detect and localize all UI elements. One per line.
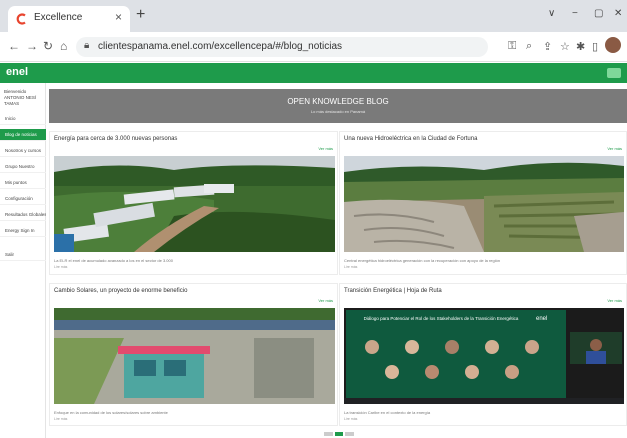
card-image-hydro-terraces[interactable] <box>344 156 624 252</box>
site-favicon-icon <box>16 13 26 25</box>
webinar-speakers <box>365 340 539 379</box>
banner-title: OPEN KNOWLEDGE BLOG <box>287 97 389 106</box>
card-meta: Lire más <box>54 265 68 269</box>
card-description: La transición Caribe en el contexto de l… <box>344 410 431 415</box>
sidebar-item-puntos[interactable]: Mis puntos <box>0 177 46 189</box>
card-read-more-link[interactable]: Ver más <box>318 146 333 151</box>
card-read-more-link[interactable]: Ver más <box>318 298 333 303</box>
share-icon[interactable]: ⇪ <box>543 40 552 53</box>
window-close-icon[interactable]: ✕ <box>614 8 622 19</box>
card-image-webinar[interactable]: Diálogo para Potenciar el Rol de los Sta… <box>344 308 624 404</box>
key-icon[interactable]: ⚿ <box>508 40 516 53</box>
sidepanel-icon[interactable]: ▯ <box>592 40 598 53</box>
zoom-icon[interactable]: ⌕ <box>526 40 532 53</box>
sidebar: Bienvenido ANTONIO NESÍ TAMAS Inicio Blo… <box>0 83 46 438</box>
url-text: clientespanama.enel.com/excellencepa/#/b… <box>98 41 343 52</box>
new-tab-icon[interactable]: + <box>136 7 145 23</box>
sidebar-item-cursos[interactable]: Nosotros y cursos <box>0 145 46 157</box>
card-image-aerial-village[interactable] <box>54 156 335 252</box>
tab-search-icon[interactable]: ∨ <box>548 8 555 19</box>
blog-banner: OPEN KNOWLEDGE BLOG Lo más destacado en … <box>49 89 627 123</box>
card-description: Central energética hidroeléctrica genera… <box>344 258 501 263</box>
pagination-current[interactable] <box>335 432 343 436</box>
card-meta: Lire más <box>344 265 358 269</box>
tab-close-icon[interactable]: × <box>115 10 122 24</box>
sidebar-item-salir[interactable]: Salir <box>0 249 46 261</box>
extensions-icon[interactable]: ✱ <box>576 40 585 53</box>
card-meta: Lire más <box>54 417 68 421</box>
address-bar-row: ← → ↻ ⌂ 🔒︎ clientespanama.enel.com/excel… <box>0 32 627 62</box>
sidebar-user-greeting: Bienvenido ANTONIO NESÍ TAMAS <box>4 89 37 106</box>
lock-icon: 🔒︎ <box>84 40 90 51</box>
news-card[interactable]: Cambio Solares, un proyecto de enorme be… <box>49 283 338 426</box>
card-title[interactable]: Una nueva Hidroeléctrica en la Ciudad de… <box>344 136 477 142</box>
news-card[interactable]: Una nueva Hidroeléctrica en la Ciudad de… <box>339 131 627 275</box>
pagination <box>324 432 354 436</box>
card-meta: Lire más <box>344 417 358 421</box>
card-title[interactable]: Cambio Solares, un proyecto de enorme be… <box>54 288 187 294</box>
reload-icon[interactable]: ↻ <box>43 39 53 53</box>
webinar-toolbar <box>344 398 624 404</box>
back-icon[interactable]: ← <box>8 39 20 53</box>
news-card[interactable]: Energía para cerca de 3.000 nuevas perso… <box>49 131 338 275</box>
site-header: enel <box>0 63 627 83</box>
home-icon[interactable]: ⌂ <box>60 39 67 53</box>
maximize-icon[interactable]: ▢ <box>594 8 603 19</box>
sidebar-item-grupo[interactable]: Grupo Nuestro <box>0 161 46 173</box>
enel-logo[interactable]: enel <box>6 66 28 78</box>
browser-tab-bar: Excellence × + ∨ − ▢ ✕ <box>0 0 627 32</box>
news-card[interactable]: Transición Energética | Hoja de Ruta Ver… <box>339 283 627 426</box>
bookmark-star-icon[interactable]: ☆ <box>560 40 570 53</box>
sidebar-item-inicio[interactable]: Inicio <box>0 113 46 125</box>
sidebar-item-energy[interactable]: Energy Sign In <box>0 225 46 237</box>
sidebar-item-resultados[interactable]: Resultados Globales <box>0 209 46 221</box>
minimize-icon[interactable]: − <box>572 8 578 19</box>
banner-subtitle: Lo más destacado en Panamá <box>310 109 366 114</box>
card-read-more-link[interactable]: Ver más <box>607 146 622 151</box>
pagination-next[interactable] <box>345 432 354 436</box>
sidebar-item-blog[interactable]: Blog de noticias <box>0 129 46 141</box>
browser-tab[interactable]: Excellence × <box>8 6 130 32</box>
card-title[interactable]: Energía para cerca de 3.000 nuevas perso… <box>54 136 177 142</box>
profile-avatar[interactable] <box>605 37 621 53</box>
pagination-prev[interactable] <box>324 432 333 436</box>
header-menu-button[interactable] <box>607 68 621 78</box>
tab-title: Excellence <box>34 12 83 23</box>
card-title[interactable]: Transición Energética | Hoja de Ruta <box>344 288 442 294</box>
card-description: La ELR el enel de acumulado avanzado a l… <box>54 258 173 263</box>
card-image-solar-farm[interactable] <box>54 308 335 404</box>
webinar-presenter-video <box>570 332 622 364</box>
forward-icon[interactable]: → <box>26 39 38 53</box>
webinar-slide: Diálogo para Potenciar el Rol de los Sta… <box>346 310 566 398</box>
card-description: Enfoque en la comunidad de los solares/s… <box>54 410 168 415</box>
url-bar[interactable]: 🔒︎ clientespanama.enel.com/excellencepa/… <box>76 37 488 57</box>
card-read-more-link[interactable]: Ver más <box>607 298 622 303</box>
sidebar-item-configuracion[interactable]: Configuración <box>0 193 46 205</box>
